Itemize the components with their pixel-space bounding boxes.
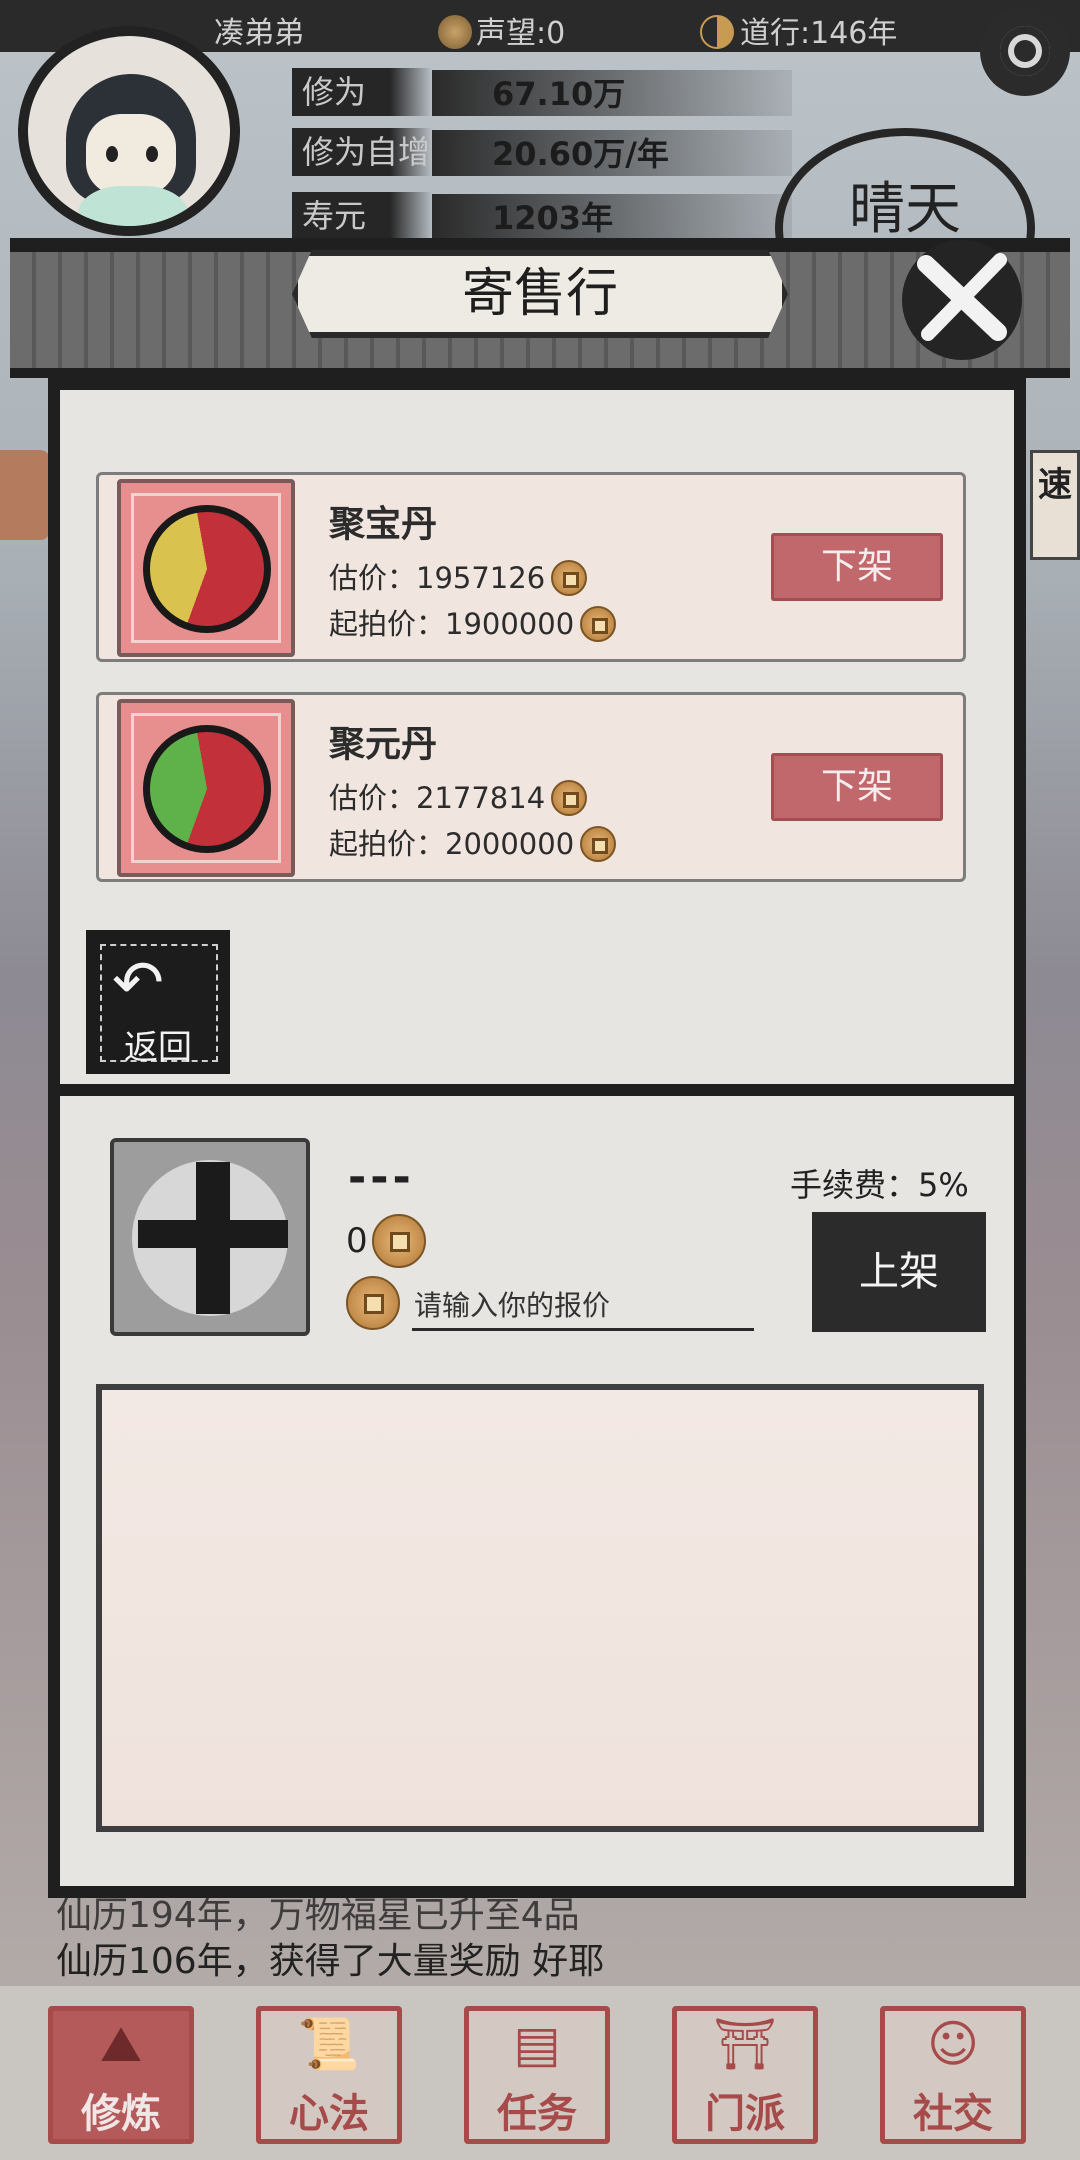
player-name: 凑弟弟 <box>214 16 304 51</box>
avatar-eye <box>146 146 158 162</box>
add-item-slot[interactable] <box>110 1138 310 1336</box>
estimate-price: 估价：2177814 <box>329 775 588 817</box>
sell-price-value: 0 <box>346 1221 368 1261</box>
stat-cultivation: 修为 67.10万 <box>292 64 812 120</box>
stat-label: 修为 <box>292 68 432 116</box>
sell-item-price: 0 <box>346 1214 426 1268</box>
stat-value: 1203年 <box>492 199 614 237</box>
start-price-text: 起拍价：1900000 <box>329 607 575 641</box>
stat-auto-growth: 修为自增 20.60万/年 <box>292 124 812 180</box>
stat-label: 修为自增 <box>292 128 432 176</box>
coin-icon <box>551 560 588 596</box>
pill-icon <box>143 725 271 853</box>
taiji-icon <box>700 15 734 49</box>
item-name: 聚宝丹 <box>329 504 438 545</box>
log-line: 仙历106年，获得了大量奖励 好耶 <box>56 1941 605 1982</box>
mountain-icon: ⛰ <box>100 2015 142 2073</box>
item-slot[interactable] <box>117 479 295 657</box>
stat-label: 寿元 <box>292 192 432 240</box>
task-scroll-icon: ▤ <box>513 2015 561 2073</box>
daoxing-text: 道行:146年 <box>740 16 898 51</box>
estimate-text: 估价：2177814 <box>329 781 546 815</box>
avatar-eye <box>106 146 118 162</box>
plus-icon-bar <box>138 1220 288 1248</box>
settings-gear-icon[interactable] <box>980 6 1070 96</box>
nav-item-cultivate[interactable]: ⛰ 修炼 <box>48 2006 194 2144</box>
avatar[interactable] <box>18 26 240 236</box>
item-slot[interactable] <box>117 699 295 877</box>
nav-label: 门派 <box>705 2091 785 2137</box>
stat-value: 20.60万/年 <box>492 135 669 173</box>
reputation: 声望:0 <box>438 8 565 52</box>
delist-button[interactable]: 下架 <box>771 753 943 821</box>
panel-divider <box>48 1084 1026 1096</box>
avatar-face <box>86 114 176 196</box>
estimate-price: 估价：1957126 <box>329 555 588 597</box>
coin-icon <box>438 15 472 49</box>
scroll-icon: 📜 <box>297 2015 361 2073</box>
coin-icon <box>580 606 617 642</box>
back-label: 返回 <box>124 1028 192 1068</box>
close-button[interactable] <box>902 240 1022 360</box>
modal-title: 寄售行 <box>292 250 788 338</box>
auction-log-box <box>96 1384 984 1832</box>
handling-fee: 手续费：5% <box>790 1166 969 1204</box>
side-tab-label: 速 <box>1038 465 1072 505</box>
item-name: 聚元丹 <box>329 724 438 765</box>
nav-label: 社交 <box>913 2091 993 2137</box>
avatar-body <box>78 186 188 226</box>
estimate-text: 估价：1957126 <box>329 561 546 595</box>
coin-icon <box>371 1214 426 1268</box>
start-price: 起拍价：2000000 <box>329 821 617 863</box>
listing-card: 聚宝丹 估价：1957126 起拍价：1900000 下架 <box>96 472 966 662</box>
close-icon <box>917 253 1007 341</box>
stat-value: 67.10万 <box>492 75 626 113</box>
return-arrow-icon: ↶ <box>112 946 164 1019</box>
offer-row <box>346 1276 754 1334</box>
nav-item-tasks[interactable]: ▤ 任务 <box>464 2006 610 2144</box>
back-button[interactable]: ↶ 返回 <box>86 930 230 1074</box>
delist-button[interactable]: 下架 <box>771 533 943 601</box>
nav-item-mind-method[interactable]: 📜 心法 <box>256 2006 402 2144</box>
list-item-button[interactable]: 上架 <box>812 1212 986 1332</box>
pill-icon <box>143 505 271 633</box>
start-price-text: 起拍价：2000000 <box>329 827 575 861</box>
nav-item-social[interactable]: ☺ 社交 <box>880 2006 1026 2144</box>
people-icon: ☺ <box>926 2015 980 2073</box>
coin-icon <box>346 1276 400 1330</box>
listing-card: 聚元丹 估价：2177814 起拍价：2000000 下架 <box>96 692 966 882</box>
start-price: 起拍价：1900000 <box>329 601 617 643</box>
side-tab-left[interactable] <box>0 450 50 540</box>
daoxing: 道行:146年 <box>700 8 897 52</box>
sell-item-name: --- <box>348 1152 415 1203</box>
nav-label: 修炼 <box>81 2091 161 2137</box>
offer-price-input[interactable] <box>412 1282 754 1331</box>
side-tab-right[interactable]: 速 <box>1030 450 1080 560</box>
coin-icon <box>580 826 617 862</box>
sect-gate-icon: ⛩ <box>713 2015 777 2073</box>
nav-label: 心法 <box>289 2091 369 2137</box>
nav-item-sect[interactable]: ⛩ 门派 <box>672 2006 818 2144</box>
bottom-nav: ⛰ 修炼 📜 心法 ▤ 任务 ⛩ 门派 ☺ 社交 <box>0 1986 1080 2160</box>
reputation-text: 声望:0 <box>476 16 566 51</box>
stat-lifespan: 寿元 1203年 <box>292 188 812 244</box>
nav-label: 任务 <box>497 2091 577 2137</box>
coin-icon <box>551 780 588 816</box>
